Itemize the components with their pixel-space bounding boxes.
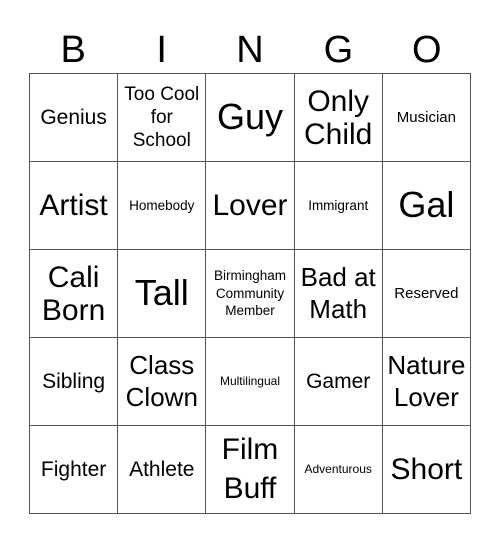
- cell-label: Immigrant: [308, 197, 369, 213]
- cell-label: Tall: [134, 272, 189, 314]
- cell-label: Too Cool for School: [124, 83, 200, 152]
- bingo-board: Genius Too Cool for School Guy Only Chil…: [29, 73, 471, 514]
- bingo-cell[interactable]: Homebody: [118, 162, 207, 250]
- cell-label: Bad at Math: [300, 261, 376, 324]
- bingo-cell[interactable]: Lover: [206, 162, 295, 250]
- header-letter-b: B: [60, 29, 86, 71]
- cell-label: Guy: [216, 96, 283, 138]
- cell-label: Gamer: [306, 369, 371, 393]
- bingo-cell[interactable]: Cali Born: [30, 250, 119, 338]
- bingo-cell[interactable]: Short: [382, 426, 471, 514]
- bingo-cell[interactable]: Bad at Math: [294, 250, 383, 338]
- cell-label: Adventurous: [304, 462, 372, 477]
- bingo-cell[interactable]: Tall: [118, 250, 207, 338]
- bingo-cell[interactable]: Multilingual: [206, 338, 295, 426]
- bingo-cell[interactable]: Musician: [382, 74, 471, 162]
- cell-label: Gal: [398, 184, 455, 226]
- cell-label: Only Child: [304, 84, 373, 151]
- cell-label: Short: [390, 453, 463, 486]
- bingo-cell[interactable]: Class Clown: [118, 338, 207, 426]
- cell-label: Multilingual: [219, 374, 280, 389]
- header-letter-o: O: [412, 29, 442, 71]
- bingo-cell[interactable]: Artist: [30, 162, 119, 250]
- bingo-cell[interactable]: Nature Lover: [382, 338, 471, 426]
- bingo-cell[interactable]: Fighter: [30, 426, 119, 514]
- cell-label: Lover: [212, 189, 288, 222]
- cell-label: Artist: [39, 189, 108, 222]
- bingo-cell[interactable]: Reserved: [382, 250, 471, 338]
- cell-label: Athlete: [129, 457, 195, 481]
- cell-label: Genius: [40, 105, 107, 129]
- cell-label: Fighter: [40, 457, 107, 481]
- bingo-cell[interactable]: Athlete: [118, 426, 207, 514]
- bingo-cell[interactable]: Gal: [382, 162, 471, 250]
- cell-label: Class Clown: [125, 349, 198, 412]
- header-letter-n: N: [236, 29, 264, 71]
- bingo-cell[interactable]: Birmingham Community Member: [206, 250, 295, 338]
- bingo-cell[interactable]: Immigrant: [294, 162, 383, 250]
- cell-label: Sibling: [42, 369, 106, 393]
- bingo-cell[interactable]: Sibling: [30, 338, 119, 426]
- bingo-cell[interactable]: Guy: [206, 74, 295, 162]
- bingo-header: B I N G O: [29, 28, 471, 72]
- cell-label: Reserved: [394, 284, 459, 302]
- bingo-cell[interactable]: Genius: [30, 74, 119, 162]
- header-letter-g: G: [323, 29, 354, 71]
- cell-label: Birmingham Community Member: [213, 268, 286, 319]
- cell-label: Film Buff: [221, 433, 279, 505]
- bingo-cell[interactable]: Only Child: [294, 74, 383, 162]
- cell-label: Cali Born: [41, 260, 106, 327]
- cell-label: Nature Lover: [387, 350, 466, 412]
- cell-label: Musician: [396, 108, 456, 126]
- header-letter-i: I: [156, 29, 167, 71]
- bingo-cell[interactable]: Gamer: [294, 338, 383, 426]
- bingo-cell[interactable]: Film Buff: [206, 426, 295, 514]
- cell-label: Homebody: [129, 197, 195, 213]
- bingo-cell[interactable]: Adventurous: [294, 426, 383, 514]
- bingo-cell[interactable]: Too Cool for School: [118, 74, 207, 162]
